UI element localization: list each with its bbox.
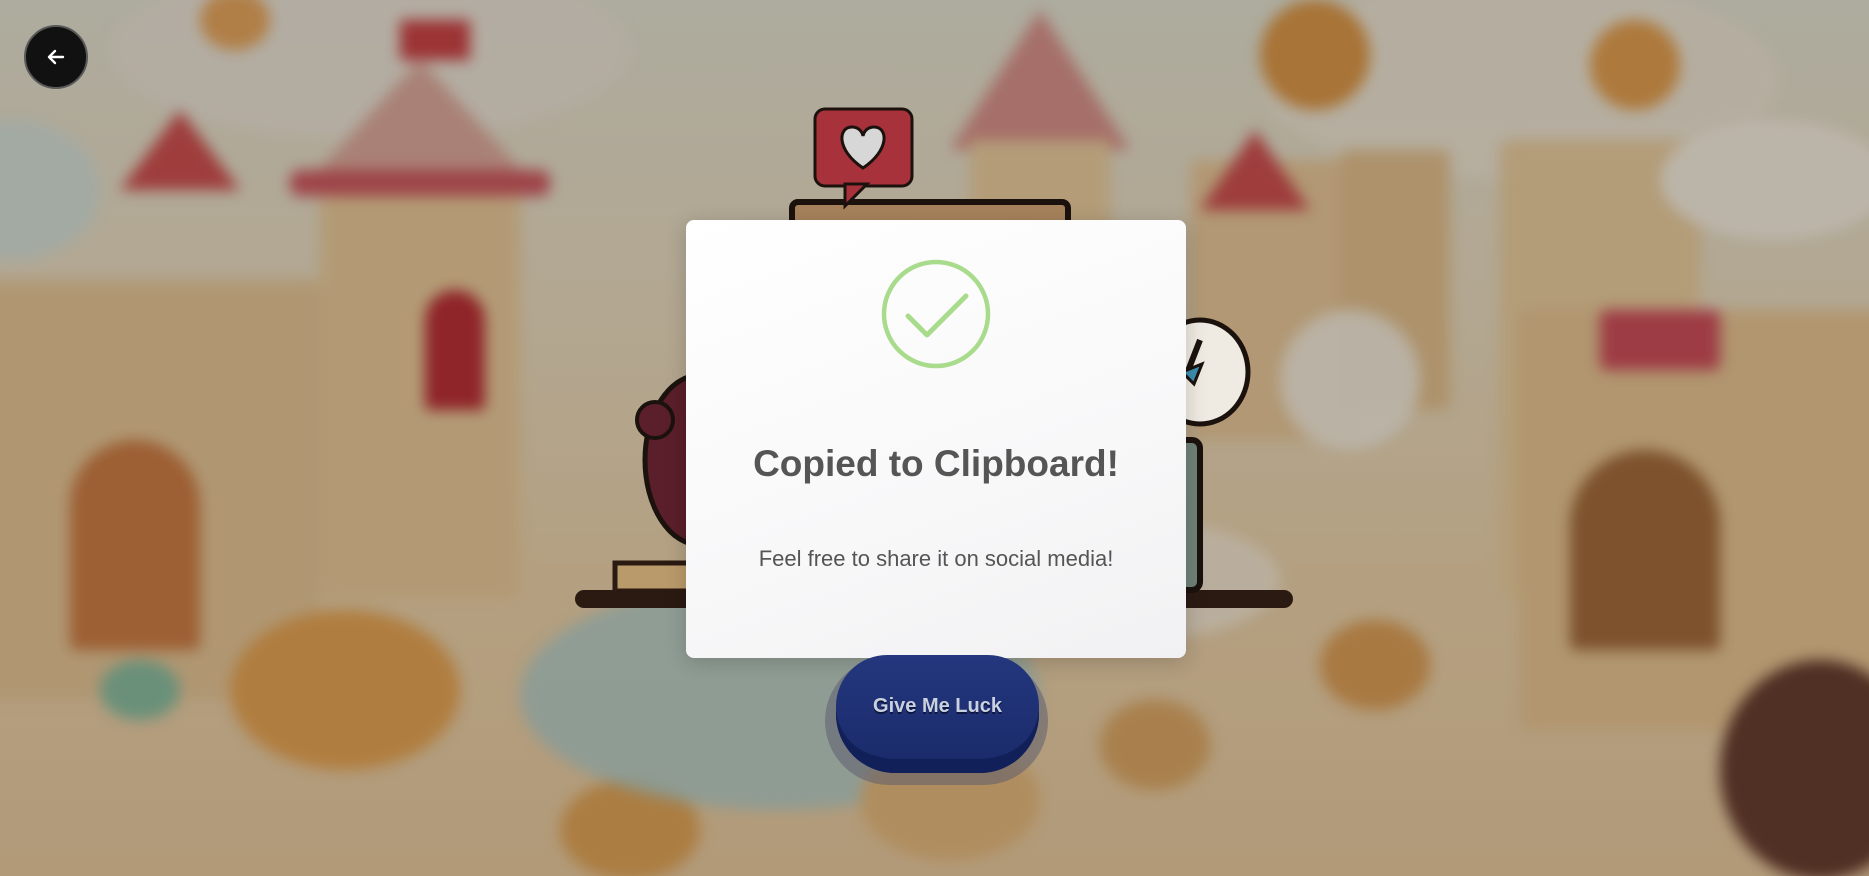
back-button[interactable] [24, 25, 88, 89]
give-me-luck-label: Give Me Luck [873, 694, 1002, 717]
check-circle-icon [881, 259, 991, 369]
luck-button-shadow: Give Me Luck [825, 655, 1048, 785]
success-dialog: Copied to Clipboard! Feel free to share … [686, 220, 1186, 658]
arrow-left-icon [47, 49, 65, 65]
heart-bubble-icon [813, 107, 914, 210]
dialog-title: Copied to Clipboard! [753, 443, 1119, 484]
give-me-luck-button[interactable]: Give Me Luck [836, 655, 1039, 773]
dialog-message: Feel free to share it on social media! [758, 546, 1114, 571]
